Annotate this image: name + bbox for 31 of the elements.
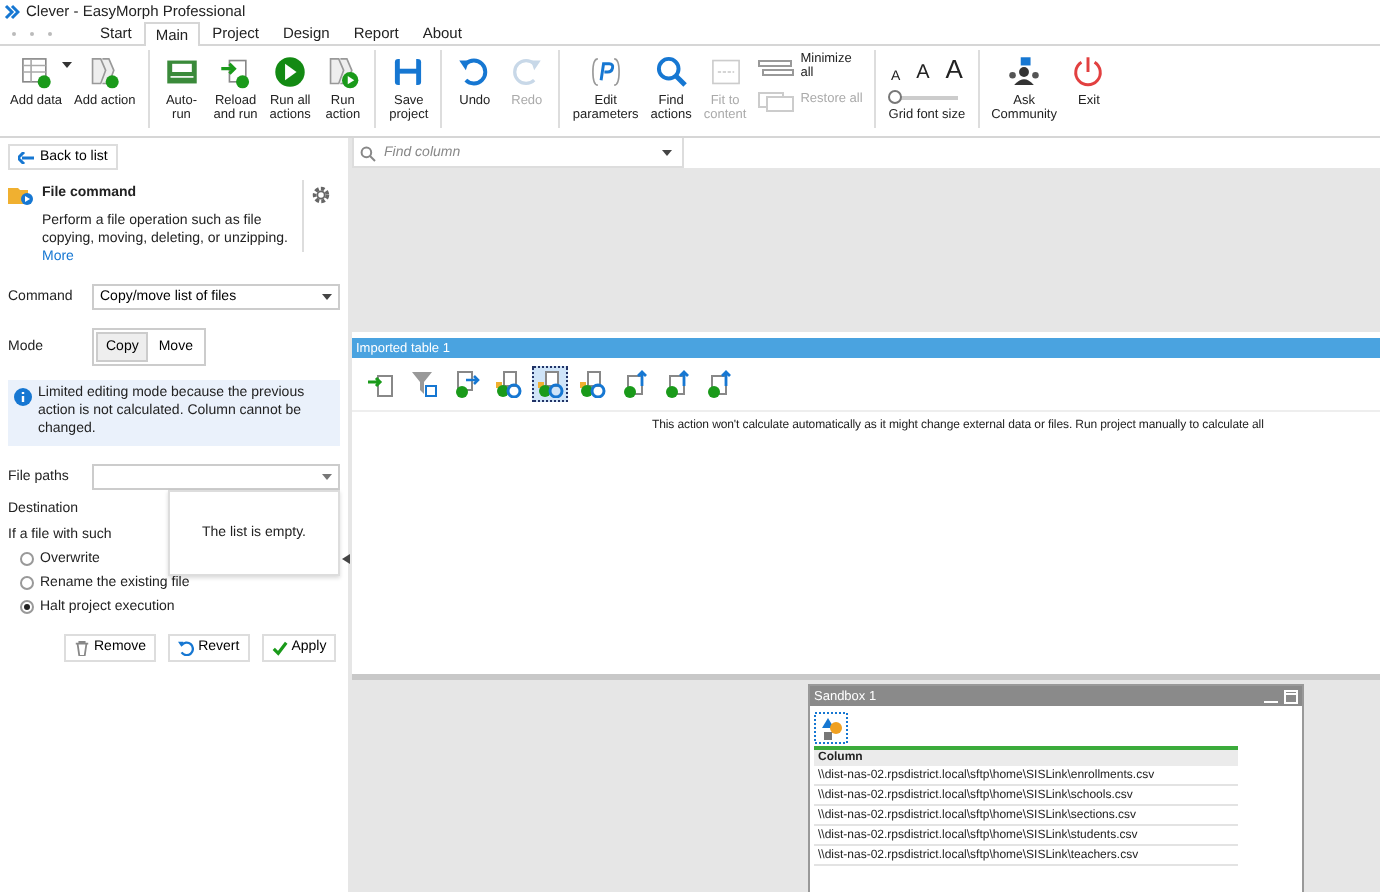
maximize-icon[interactable] xyxy=(1284,689,1298,703)
reload-run-icon xyxy=(217,54,254,90)
restore-all-icon xyxy=(758,91,795,112)
caret-icon xyxy=(62,62,73,68)
font-size-glyph: A xyxy=(916,62,930,84)
run-action-icon xyxy=(324,54,361,90)
undo-icon xyxy=(178,639,195,656)
info-icon xyxy=(14,388,32,407)
font-size-glyph: A xyxy=(945,54,963,84)
settings-icon[interactable] xyxy=(310,184,332,206)
action-icon[interactable] xyxy=(532,366,568,402)
app-icon xyxy=(4,3,20,19)
caret-icon xyxy=(322,294,332,301)
shapes-icon[interactable] xyxy=(814,712,848,744)
action-plus-icon xyxy=(86,54,123,90)
run-icon xyxy=(272,54,309,90)
fit-icon xyxy=(707,54,744,90)
parameters-icon xyxy=(587,54,624,90)
table-plus-icon xyxy=(18,54,55,90)
minimize-all-icon xyxy=(758,57,795,78)
redo-icon xyxy=(508,54,545,90)
check-icon xyxy=(271,639,288,656)
caret-icon xyxy=(322,473,332,480)
caret-icon xyxy=(662,150,672,156)
community-icon xyxy=(1006,54,1043,90)
search-icon xyxy=(360,146,376,162)
trash-icon xyxy=(74,639,90,656)
power-icon xyxy=(1070,54,1107,90)
back-arrow-icon xyxy=(18,151,34,163)
search-icon xyxy=(653,54,690,90)
undo-icon xyxy=(456,54,493,90)
